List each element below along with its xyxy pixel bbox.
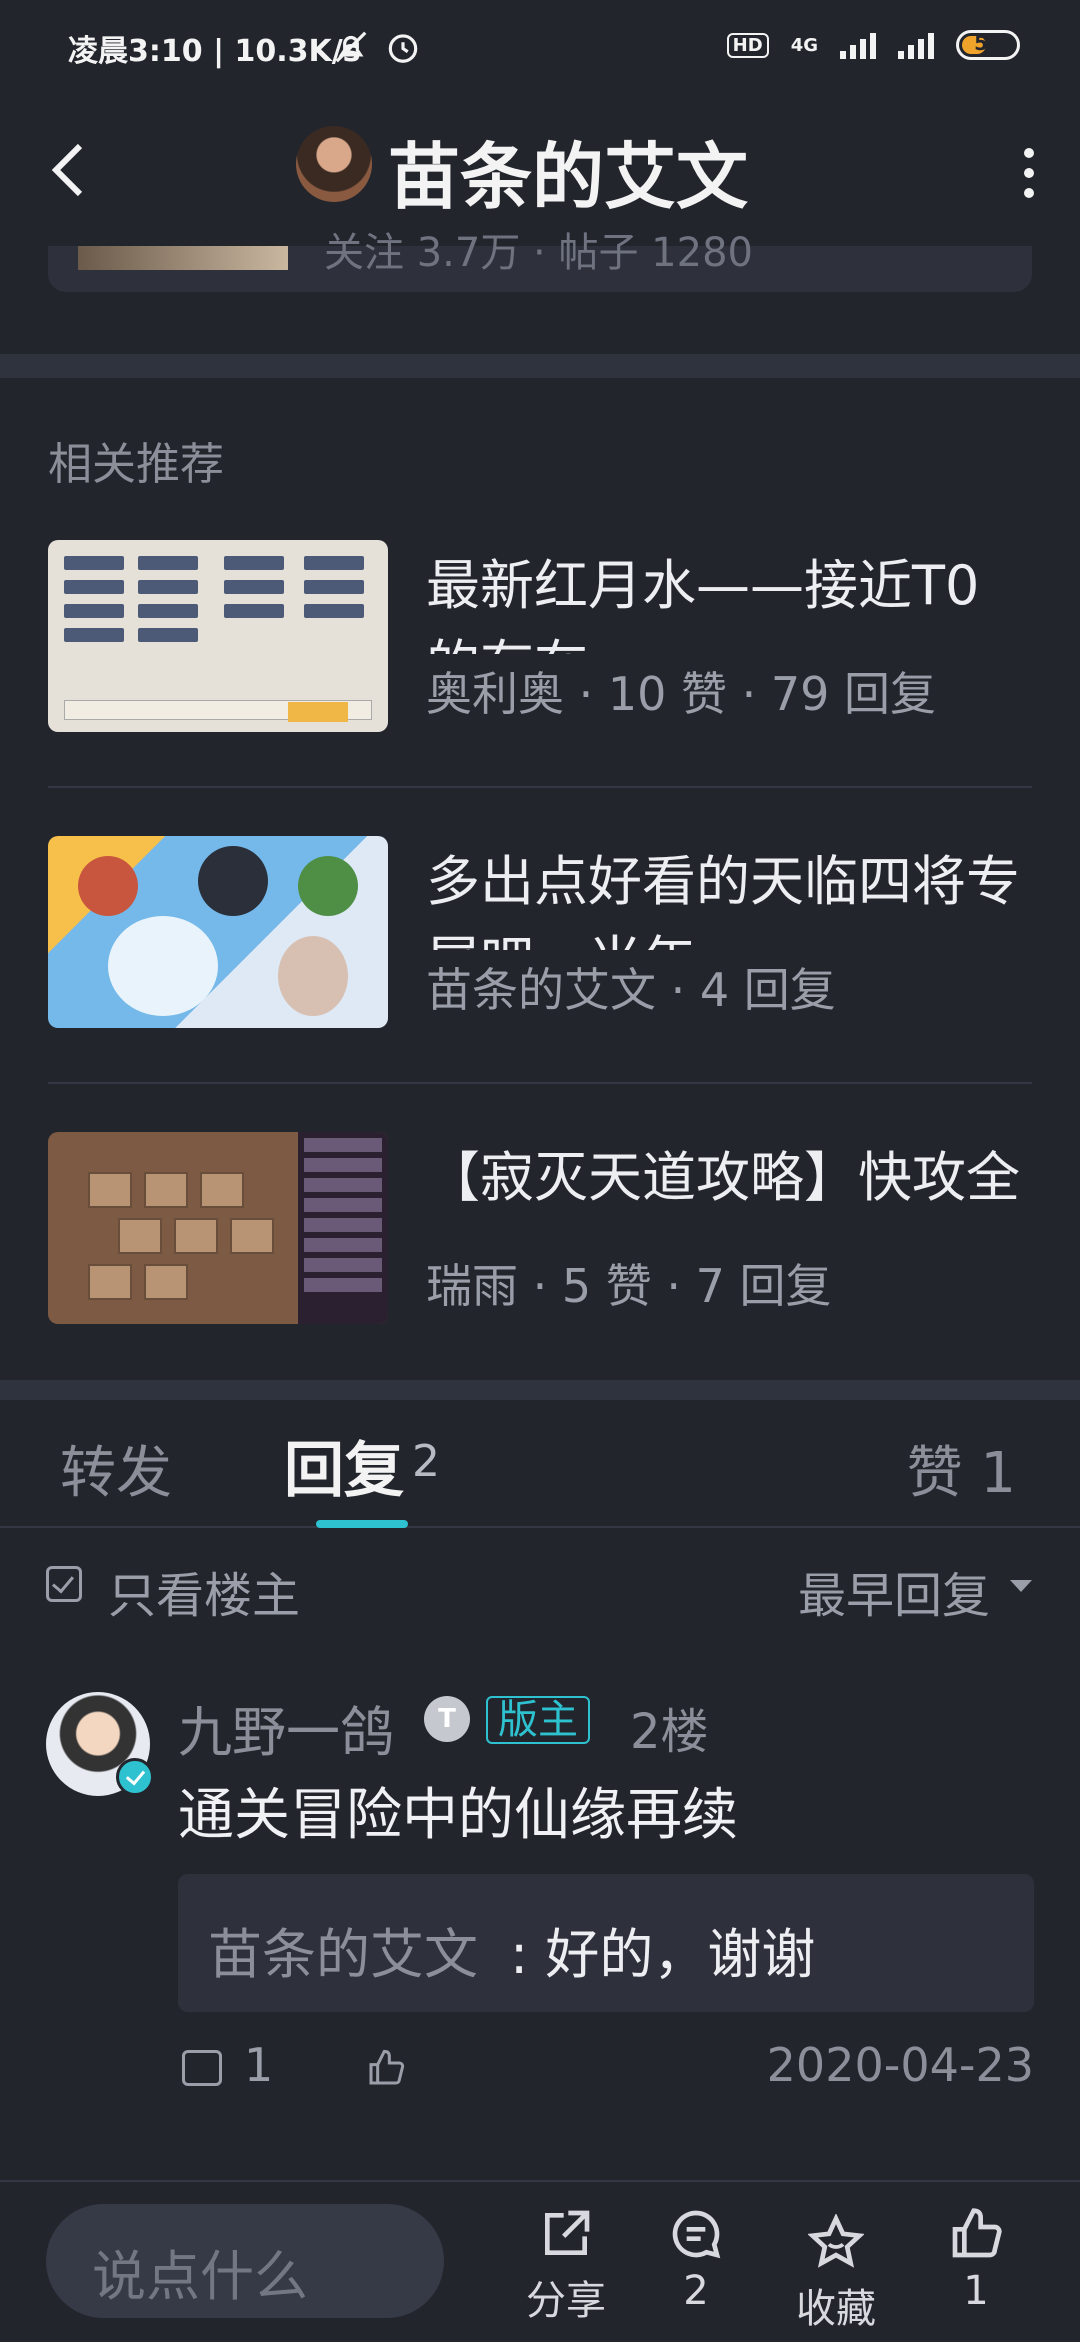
related-item-title: 最新红月水——接近T0的存在 bbox=[426, 554, 980, 654]
caret-down-icon[interactable] bbox=[1010, 1580, 1032, 1592]
divider bbox=[48, 786, 1032, 788]
tab-divider bbox=[0, 1526, 1080, 1528]
only-owner-checkbox[interactable] bbox=[46, 1566, 82, 1602]
sort-dropdown[interactable]: 最早回复 bbox=[798, 1556, 990, 1626]
related-item-meta: 瑞雨 · 5 赞 · 7 回复 bbox=[426, 1259, 832, 1313]
reply-username[interactable]: 九野一鸽 bbox=[178, 1688, 394, 1767]
moderator-badge: 版主 bbox=[486, 1696, 590, 1744]
share-icon bbox=[545, 2210, 590, 2255]
more-icon[interactable] bbox=[1024, 148, 1036, 198]
forum-card-stats: 关注 3.7万 · 帖子 1280 bbox=[324, 230, 753, 276]
reply-date: 2020-04-23 bbox=[766, 2038, 1034, 2092]
comment-bubble-icon bbox=[672, 2210, 721, 2259]
section-divider bbox=[0, 1380, 1080, 1400]
comment-count: 1 bbox=[244, 2038, 274, 2092]
related-item-title: 多出点好看的天临四将专属吧，当年 bbox=[426, 850, 1020, 950]
floor-number: 2楼 bbox=[630, 1704, 709, 1760]
signal-icon bbox=[840, 31, 876, 59]
tab-indicator bbox=[316, 1520, 408, 1528]
only-owner-label[interactable]: 只看楼主 bbox=[108, 1556, 300, 1626]
quoted-username[interactable]: 苗条的艾文 bbox=[208, 1910, 478, 1989]
comment-icon[interactable] bbox=[182, 2050, 222, 2086]
like-count: 1 bbox=[963, 2268, 989, 2314]
share-label: 分享 bbox=[526, 2278, 606, 2324]
hd-badge: HD bbox=[726, 32, 769, 58]
related-title: 相关推荐 bbox=[48, 439, 224, 490]
related-thumbnail bbox=[48, 540, 388, 732]
back-arrow-icon[interactable] bbox=[46, 140, 90, 200]
tab-reply-count: 2 bbox=[412, 1436, 440, 1487]
verified-icon bbox=[116, 1758, 154, 1796]
level-badge: T bbox=[424, 1696, 470, 1742]
status-time: 凌晨3:10 | 10.3K/s bbox=[68, 34, 361, 69]
battery-icon: 52 bbox=[956, 30, 1020, 60]
star-icon bbox=[808, 2214, 864, 2268]
tab-reply[interactable]: 回复 bbox=[284, 1422, 404, 1509]
related-item-title: 【寂灭天道攻略】快攻全 bbox=[426, 1146, 1020, 1209]
mute-icon bbox=[335, 31, 367, 63]
forum-card[interactable]: 关注 3.7万 · 帖子 1280 bbox=[48, 230, 1032, 292]
avatar[interactable] bbox=[296, 126, 372, 202]
thumbs-up-icon bbox=[952, 2208, 1002, 2258]
related-item[interactable]: 多出点好看的天临四将专属吧，当年 苗条的艾文 · 4 回复 bbox=[48, 836, 1032, 1132]
related-thumbnail bbox=[48, 1132, 388, 1324]
status-right: HD 4G 52 bbox=[726, 30, 1020, 60]
signal2-icon bbox=[898, 31, 934, 59]
status-bar: 凌晨3:10 | 10.3K/s HD 4G 52 bbox=[0, 0, 1080, 96]
thumbs-up-icon[interactable] bbox=[366, 2048, 406, 2088]
tab-like[interactable]: 赞 1 bbox=[907, 1428, 1016, 1509]
alarm-icon bbox=[388, 34, 418, 63]
comments-button[interactable]: 2 bbox=[636, 2206, 756, 2314]
related-item[interactable]: 最新红月水——接近T0的存在 奥利奥 · 10 赞 · 79 回复 bbox=[48, 540, 1032, 836]
quoted-reply[interactable]: 苗条的艾文 : 好的，谢谢 bbox=[178, 1874, 1034, 2012]
divider bbox=[48, 1082, 1032, 1084]
like-button[interactable]: 1 bbox=[916, 2206, 1036, 2314]
favorite-label: 收藏 bbox=[796, 2286, 876, 2332]
share-button[interactable]: 分享 bbox=[506, 2206, 626, 2326]
related-item-meta: 苗条的艾文 · 4 回复 bbox=[426, 963, 836, 1017]
tab-forward[interactable]: 转发 bbox=[60, 1428, 172, 1509]
forum-thumbnail bbox=[78, 246, 288, 270]
related-item-meta: 奥利奥 · 10 赞 · 79 回复 bbox=[426, 667, 937, 721]
quoted-text: : 好的，谢谢 bbox=[510, 1923, 816, 1986]
reply-text: 通关冒险中的仙缘再续 bbox=[178, 1783, 738, 1848]
input-placeholder: 说点什么 bbox=[92, 2245, 308, 2308]
favorite-button[interactable]: 收藏 bbox=[776, 2214, 896, 2334]
section-divider bbox=[0, 354, 1080, 378]
comments-count: 2 bbox=[683, 2268, 709, 2314]
page-title: 苗条的艾文 bbox=[388, 135, 749, 219]
network-label: 4G bbox=[790, 34, 818, 56]
comment-input[interactable]: 说点什么 bbox=[46, 2204, 444, 2318]
related-thumbnail bbox=[48, 836, 388, 1028]
